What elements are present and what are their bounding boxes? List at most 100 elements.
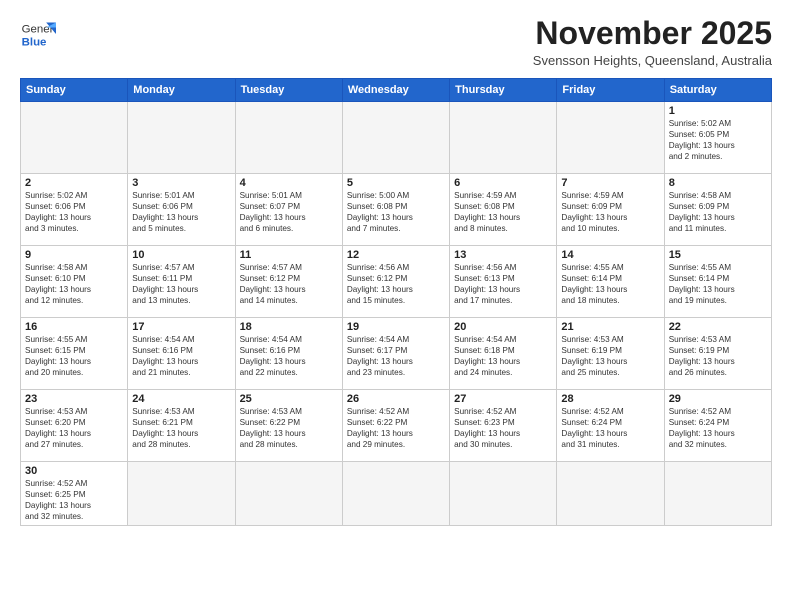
day-info: Sunrise: 4:57 AM Sunset: 6:11 PM Dayligh… [132, 262, 230, 306]
calendar-week-row: 9Sunrise: 4:58 AM Sunset: 6:10 PM Daylig… [21, 246, 772, 318]
day-number: 30 [25, 465, 123, 477]
day-number: 15 [669, 249, 767, 261]
day-number: 20 [454, 321, 552, 333]
svg-text:Blue: Blue [22, 36, 47, 48]
day-number: 2 [25, 177, 123, 189]
day-info: Sunrise: 4:58 AM Sunset: 6:09 PM Dayligh… [669, 190, 767, 234]
calendar-day-header: Sunday [21, 79, 128, 102]
day-info: Sunrise: 4:59 AM Sunset: 6:09 PM Dayligh… [561, 190, 659, 234]
day-info: Sunrise: 4:52 AM Sunset: 6:24 PM Dayligh… [561, 406, 659, 450]
calendar-day-cell: 3Sunrise: 5:01 AM Sunset: 6:06 PM Daylig… [128, 174, 235, 246]
calendar-day-cell: 14Sunrise: 4:55 AM Sunset: 6:14 PM Dayli… [557, 246, 664, 318]
day-info: Sunrise: 5:00 AM Sunset: 6:08 PM Dayligh… [347, 190, 445, 234]
calendar-day-cell: 18Sunrise: 4:54 AM Sunset: 6:16 PM Dayli… [235, 318, 342, 390]
day-number: 29 [669, 393, 767, 405]
day-number: 26 [347, 393, 445, 405]
calendar-day-cell: 27Sunrise: 4:52 AM Sunset: 6:23 PM Dayli… [450, 390, 557, 462]
day-number: 18 [240, 321, 338, 333]
calendar-day-cell [342, 462, 449, 526]
calendar-day-cell: 23Sunrise: 4:53 AM Sunset: 6:20 PM Dayli… [21, 390, 128, 462]
day-info: Sunrise: 4:53 AM Sunset: 6:22 PM Dayligh… [240, 406, 338, 450]
calendar-table: SundayMondayTuesdayWednesdayThursdayFrid… [20, 78, 772, 526]
header: General Blue November 2025 Svensson Heig… [20, 16, 772, 68]
calendar-day-cell: 12Sunrise: 4:56 AM Sunset: 6:12 PM Dayli… [342, 246, 449, 318]
day-number: 24 [132, 393, 230, 405]
calendar-day-header: Thursday [450, 79, 557, 102]
general-blue-icon: General Blue [20, 16, 56, 52]
calendar-day-cell [128, 102, 235, 174]
day-number: 1 [669, 105, 767, 117]
day-number: 28 [561, 393, 659, 405]
day-number: 6 [454, 177, 552, 189]
day-number: 5 [347, 177, 445, 189]
day-number: 25 [240, 393, 338, 405]
calendar-day-cell: 20Sunrise: 4:54 AM Sunset: 6:18 PM Dayli… [450, 318, 557, 390]
day-number: 9 [25, 249, 123, 261]
day-number: 16 [25, 321, 123, 333]
day-info: Sunrise: 4:52 AM Sunset: 6:24 PM Dayligh… [669, 406, 767, 450]
calendar-day-cell: 11Sunrise: 4:57 AM Sunset: 6:12 PM Dayli… [235, 246, 342, 318]
calendar-day-cell: 1Sunrise: 5:02 AM Sunset: 6:05 PM Daylig… [664, 102, 771, 174]
logo: General Blue [20, 16, 56, 52]
calendar-day-header: Wednesday [342, 79, 449, 102]
calendar-week-row: 16Sunrise: 4:55 AM Sunset: 6:15 PM Dayli… [21, 318, 772, 390]
day-number: 23 [25, 393, 123, 405]
day-number: 7 [561, 177, 659, 189]
calendar-day-cell [235, 462, 342, 526]
day-info: Sunrise: 4:55 AM Sunset: 6:15 PM Dayligh… [25, 334, 123, 378]
calendar-day-cell [664, 462, 771, 526]
calendar-day-cell: 17Sunrise: 4:54 AM Sunset: 6:16 PM Dayli… [128, 318, 235, 390]
day-number: 14 [561, 249, 659, 261]
day-info: Sunrise: 4:56 AM Sunset: 6:12 PM Dayligh… [347, 262, 445, 306]
calendar-day-cell: 15Sunrise: 4:55 AM Sunset: 6:14 PM Dayli… [664, 246, 771, 318]
calendar-day-cell: 19Sunrise: 4:54 AM Sunset: 6:17 PM Dayli… [342, 318, 449, 390]
day-info: Sunrise: 4:55 AM Sunset: 6:14 PM Dayligh… [561, 262, 659, 306]
day-info: Sunrise: 4:53 AM Sunset: 6:19 PM Dayligh… [561, 334, 659, 378]
day-info: Sunrise: 4:54 AM Sunset: 6:16 PM Dayligh… [240, 334, 338, 378]
calendar-day-cell: 6Sunrise: 4:59 AM Sunset: 6:08 PM Daylig… [450, 174, 557, 246]
day-number: 4 [240, 177, 338, 189]
day-number: 11 [240, 249, 338, 261]
calendar-day-cell: 26Sunrise: 4:52 AM Sunset: 6:22 PM Dayli… [342, 390, 449, 462]
calendar-week-row: 23Sunrise: 4:53 AM Sunset: 6:20 PM Dayli… [21, 390, 772, 462]
calendar-day-cell [450, 102, 557, 174]
day-info: Sunrise: 5:02 AM Sunset: 6:06 PM Dayligh… [25, 190, 123, 234]
day-info: Sunrise: 4:52 AM Sunset: 6:23 PM Dayligh… [454, 406, 552, 450]
day-info: Sunrise: 4:53 AM Sunset: 6:19 PM Dayligh… [669, 334, 767, 378]
day-info: Sunrise: 4:53 AM Sunset: 6:20 PM Dayligh… [25, 406, 123, 450]
calendar-day-cell: 10Sunrise: 4:57 AM Sunset: 6:11 PM Dayli… [128, 246, 235, 318]
calendar-week-row: 30Sunrise: 4:52 AM Sunset: 6:25 PM Dayli… [21, 462, 772, 526]
calendar-day-cell: 4Sunrise: 5:01 AM Sunset: 6:07 PM Daylig… [235, 174, 342, 246]
calendar-day-cell: 13Sunrise: 4:56 AM Sunset: 6:13 PM Dayli… [450, 246, 557, 318]
day-number: 8 [669, 177, 767, 189]
calendar-day-cell: 2Sunrise: 5:02 AM Sunset: 6:06 PM Daylig… [21, 174, 128, 246]
day-info: Sunrise: 4:59 AM Sunset: 6:08 PM Dayligh… [454, 190, 552, 234]
title-block: November 2025 Svensson Heights, Queensla… [533, 16, 772, 68]
day-number: 3 [132, 177, 230, 189]
calendar-day-cell [21, 102, 128, 174]
calendar-page: General Blue November 2025 Svensson Heig… [0, 0, 792, 612]
day-info: Sunrise: 4:54 AM Sunset: 6:16 PM Dayligh… [132, 334, 230, 378]
calendar-day-cell: 22Sunrise: 4:53 AM Sunset: 6:19 PM Dayli… [664, 318, 771, 390]
calendar-day-header: Tuesday [235, 79, 342, 102]
day-number: 19 [347, 321, 445, 333]
calendar-day-cell: 28Sunrise: 4:52 AM Sunset: 6:24 PM Dayli… [557, 390, 664, 462]
calendar-day-cell: 9Sunrise: 4:58 AM Sunset: 6:10 PM Daylig… [21, 246, 128, 318]
calendar-day-cell: 24Sunrise: 4:53 AM Sunset: 6:21 PM Dayli… [128, 390, 235, 462]
day-number: 13 [454, 249, 552, 261]
calendar-day-cell [128, 462, 235, 526]
day-number: 22 [669, 321, 767, 333]
calendar-day-cell: 25Sunrise: 4:53 AM Sunset: 6:22 PM Dayli… [235, 390, 342, 462]
calendar-day-cell [342, 102, 449, 174]
calendar-day-cell [450, 462, 557, 526]
calendar-day-header: Saturday [664, 79, 771, 102]
calendar-header-row: SundayMondayTuesdayWednesdayThursdayFrid… [21, 79, 772, 102]
day-info: Sunrise: 4:52 AM Sunset: 6:25 PM Dayligh… [25, 478, 123, 522]
calendar-day-cell: 29Sunrise: 4:52 AM Sunset: 6:24 PM Dayli… [664, 390, 771, 462]
calendar-day-cell [235, 102, 342, 174]
day-info: Sunrise: 4:54 AM Sunset: 6:17 PM Dayligh… [347, 334, 445, 378]
calendar-day-header: Friday [557, 79, 664, 102]
location-subtitle: Svensson Heights, Queensland, Australia [533, 53, 772, 68]
calendar-day-cell: 21Sunrise: 4:53 AM Sunset: 6:19 PM Dayli… [557, 318, 664, 390]
calendar-day-cell: 7Sunrise: 4:59 AM Sunset: 6:09 PM Daylig… [557, 174, 664, 246]
